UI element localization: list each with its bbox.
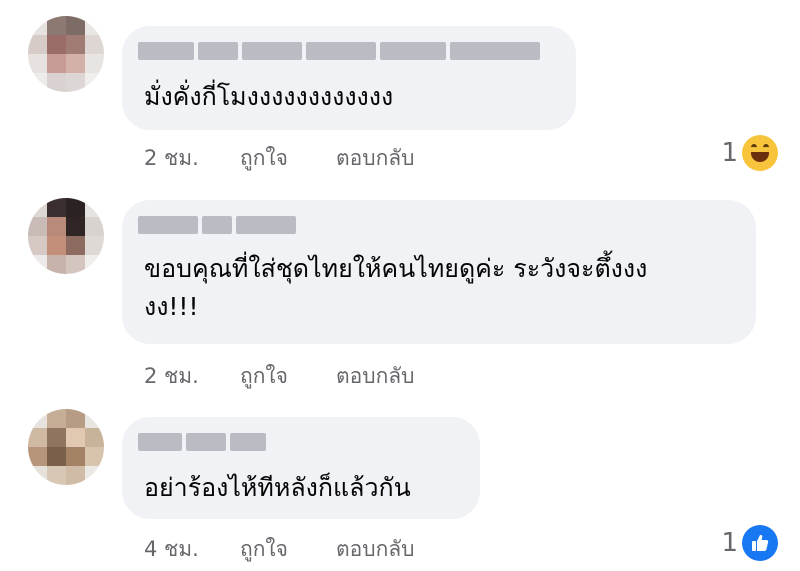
reaction-count: 1 xyxy=(721,138,738,168)
like-thumb-icon xyxy=(742,525,778,561)
avatar-blurred[interactable] xyxy=(28,409,104,485)
reaction-summary[interactable]: 1 xyxy=(721,525,778,561)
comment-text: ขอบคุณที่ใส่ชุดไทยให้คนไทยดูค่ะ ระวังจะต… xyxy=(144,254,648,321)
comment-bubble: อย่าร้องไห้ทีหลังก็แล้วกัน xyxy=(122,417,480,519)
reaction-summary[interactable]: 1 xyxy=(721,135,778,171)
author-name-blurred[interactable] xyxy=(138,433,266,451)
like-link[interactable]: ถูกใจ xyxy=(240,360,336,393)
timestamp[interactable]: 2 ชม. xyxy=(144,360,240,393)
avatar-blurred[interactable] xyxy=(28,16,104,92)
comment-3: อย่าร้องไห้ทีหลังก็แล้วกัน 4 ชม. ถูกใจ ต… xyxy=(0,405,800,571)
like-link[interactable]: ถูกใจ xyxy=(240,142,336,175)
avatar-blurred[interactable] xyxy=(28,198,104,274)
author-name-blurred[interactable] xyxy=(138,216,296,234)
comment-actions: 2 ชม. ถูกใจ ตอบกลับ xyxy=(144,360,415,393)
reply-link[interactable]: ตอบกลับ xyxy=(336,360,415,393)
comment-actions: 2 ชม. ถูกใจ ตอบกลับ xyxy=(144,142,415,175)
like-link[interactable]: ถูกใจ xyxy=(240,533,336,566)
reply-link[interactable]: ตอบกลับ xyxy=(336,142,415,175)
author-name-blurred[interactable] xyxy=(138,42,540,60)
reply-link[interactable]: ตอบกลับ xyxy=(336,533,415,566)
thumb-up-icon xyxy=(752,534,769,551)
timestamp[interactable]: 4 ชม. xyxy=(144,533,240,566)
comment-text: มั่งคั่งกี่โมงงงงงงงงงงงง xyxy=(144,82,394,111)
reaction-count: 1 xyxy=(721,528,738,558)
comment-bubble: ขอบคุณที่ใส่ชุดไทยให้คนไทยดูค่ะ ระวังจะต… xyxy=(122,200,756,344)
timestamp[interactable]: 2 ชม. xyxy=(144,142,240,175)
comment-actions: 4 ชม. ถูกใจ ตอบกลับ xyxy=(144,533,415,566)
comment-bubble: มั่งคั่งกี่โมงงงงงงงงงงงง xyxy=(122,26,576,130)
comment-text: อย่าร้องไห้ทีหลังก็แล้วกัน xyxy=(144,473,411,502)
haha-emoji-icon xyxy=(742,135,778,171)
comment-2: ขอบคุณที่ใส่ชุดไทยให้คนไทยดูค่ะ ระวังจะต… xyxy=(0,190,800,400)
comment-1: มั่งคั่งกี่โมงงงงงงงงงงงง 2 ชม. ถูกใจ ตอ… xyxy=(0,0,800,190)
